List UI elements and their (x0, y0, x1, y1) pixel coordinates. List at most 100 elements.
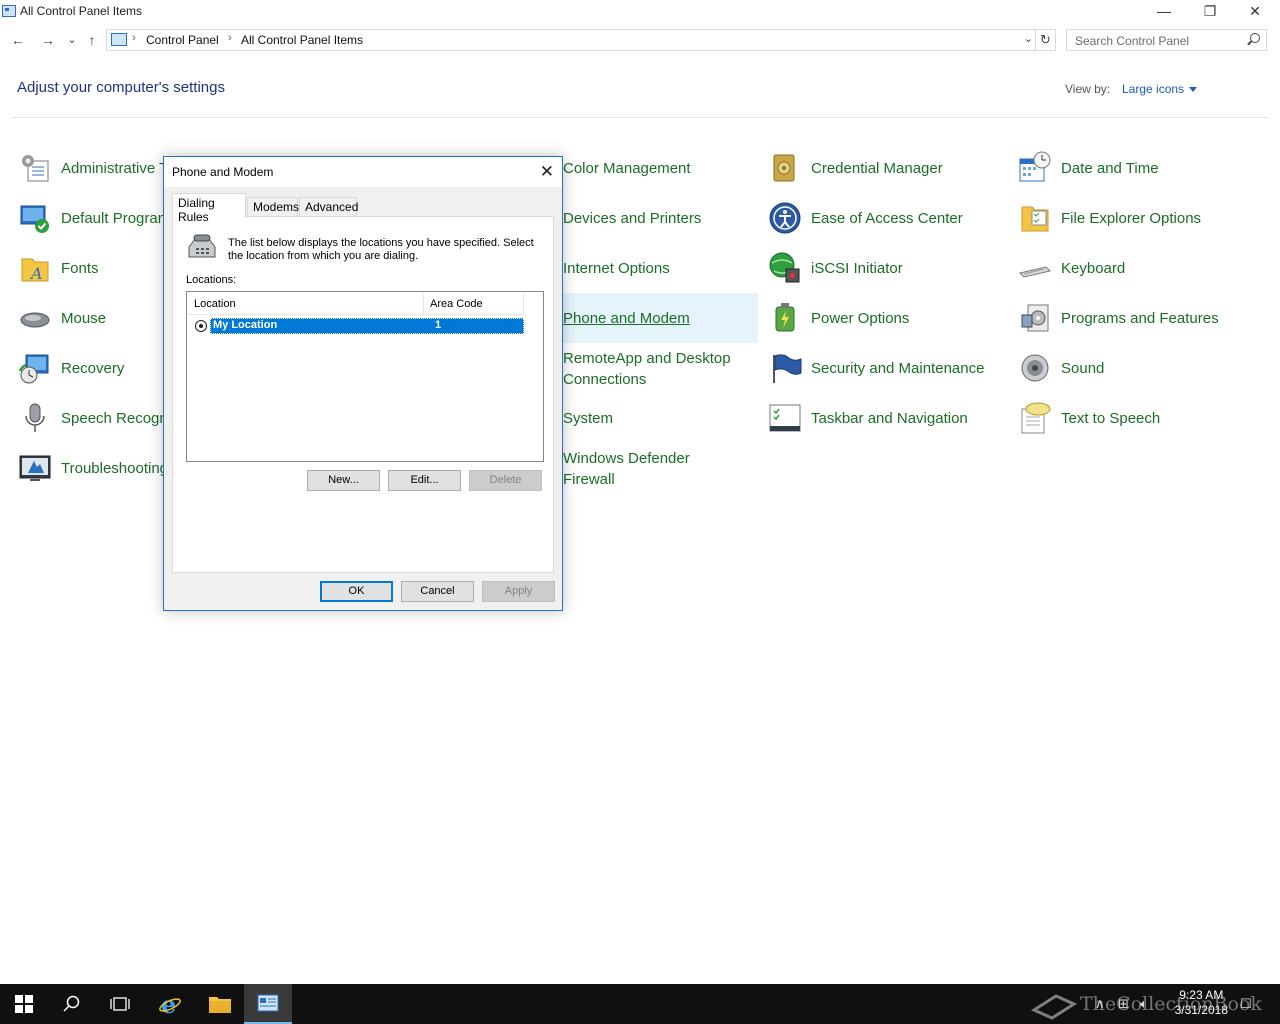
dropdown-arrow-icon (1189, 87, 1198, 93)
divider (12, 117, 1268, 118)
close-icon[interactable]: ✕ (540, 162, 554, 182)
credential-manager-icon (768, 151, 802, 185)
item-sound[interactable]: Sound (1018, 347, 1258, 389)
edit-button[interactable]: Edit... (388, 470, 461, 491)
speaker-icon (1018, 351, 1052, 385)
dialog-title: Phone and Modem (172, 165, 274, 179)
item-label: Security and Maintenance (811, 359, 985, 377)
item-label: Text to Speech (1061, 409, 1161, 427)
recovery-icon (18, 351, 52, 385)
file-explorer-options-icon (1018, 201, 1052, 235)
default-programs-icon (18, 201, 52, 235)
iscsi-icon (768, 251, 802, 285)
chevron-right-icon[interactable]: › (132, 32, 136, 44)
telephone-icon (186, 231, 218, 261)
control-panel-icon (111, 33, 127, 46)
item-power-options[interactable]: Power Options (768, 297, 1008, 339)
column-header-area-code[interactable]: Area Code (430, 298, 483, 310)
dialog-info-text: The list below displays the locations yo… (228, 237, 534, 262)
ok-button[interactable]: OK (320, 581, 393, 602)
item-security-and-maintenance[interactable]: Security and Maintenance (768, 347, 1008, 389)
search-icon[interactable] (1250, 33, 1260, 43)
item-label: File Explorer Options (1061, 209, 1202, 227)
item-iscsi-initiator[interactable]: iSCSI Initiator (768, 247, 1008, 289)
item-label: Sound (1061, 359, 1105, 377)
address-bar[interactable]: › Control Panel › All Control Panel Item… (106, 29, 1036, 51)
dialog-titlebar: Phone and Modem ✕ (164, 157, 562, 187)
close-button[interactable]: ✕ (1232, 0, 1278, 24)
page-title: Adjust your computer's settings (17, 79, 225, 96)
mouse-icon (18, 301, 52, 335)
item-label: System (563, 409, 614, 427)
item-keyboard[interactable]: Keyboard (1018, 247, 1258, 289)
locations-list[interactable]: Location Area Code My Location 1 (186, 291, 544, 462)
item-credential-manager[interactable]: Credential Manager (768, 147, 1008, 189)
view-by-label: View by: (1065, 82, 1111, 96)
view-by-dropdown[interactable]: Large icons (1122, 82, 1198, 96)
item-label: Default Programs (61, 209, 178, 227)
breadcrumb-all-items[interactable]: All Control Panel Items (241, 33, 363, 47)
chevron-right-icon[interactable]: › (228, 32, 232, 44)
back-icon[interactable]: ← (8, 30, 28, 50)
programs-features-icon (1018, 301, 1052, 335)
column-header-location[interactable]: Location (194, 298, 236, 310)
watermark-text: TheCollectionBook (1080, 993, 1262, 1015)
window-titlebar: All Control Panel Items — ❐ ✕ (0, 0, 1280, 24)
item-label: Keyboard (1061, 259, 1126, 277)
tab-dialing-rules[interactable]: Dialing Rules (172, 193, 246, 224)
navigation-bar: ← → ⌄ ↑ › Control Panel › All Control Pa… (0, 26, 1280, 54)
item-file-explorer-options[interactable]: File Explorer Options (1018, 197, 1258, 239)
item-label-line2: Firewall (563, 471, 615, 488)
breadcrumb-control-panel[interactable]: Control Panel (146, 33, 219, 47)
item-label: Devices and Printers (563, 209, 702, 227)
item-label: Programs and Features (1061, 309, 1219, 327)
item-label: Credential Manager (811, 159, 943, 177)
apply-button[interactable]: Apply (482, 581, 555, 602)
item-label: Taskbar and Navigation (811, 409, 968, 427)
power-options-icon (768, 301, 802, 335)
svg-text:A: A (29, 264, 43, 283)
search-icon[interactable] (48, 984, 96, 1024)
forward-icon[interactable]: → (38, 30, 58, 50)
tab-advanced[interactable]: Advanced (299, 197, 358, 217)
watermark: TheCollectionBook (1030, 990, 1262, 1020)
item-ease-of-access-center[interactable]: Ease of Access Center (768, 197, 1008, 239)
flag-icon (768, 351, 802, 385)
up-icon[interactable]: ↑ (82, 30, 102, 50)
item-programs-and-features[interactable]: Programs and Features (1018, 297, 1258, 339)
fonts-icon: A (18, 251, 52, 285)
item-label: Date and Time (1061, 159, 1159, 177)
window-title: All Control Panel Items (20, 4, 143, 18)
table-row[interactable]: My Location 1 (192, 318, 524, 334)
file-explorer-icon[interactable] (196, 984, 244, 1024)
minimize-button[interactable]: — (1141, 0, 1187, 24)
tab-modems[interactable]: Modems (247, 197, 299, 217)
start-button[interactable] (0, 984, 48, 1024)
recent-locations-icon[interactable]: ⌄ (62, 30, 82, 50)
administrative-tools-icon (18, 151, 52, 185)
item-label-line1: Windows Defender (563, 450, 690, 467)
refresh-icon[interactable]: ↻ (1036, 29, 1056, 51)
internet-explorer-icon[interactable]: e (146, 984, 194, 1024)
chevron-down-icon[interactable]: ⌄ (1024, 32, 1033, 45)
task-view-icon[interactable] (96, 984, 144, 1024)
item-label-line1: RemoteApp and Desktop (563, 350, 731, 367)
ease-of-access-icon (768, 201, 802, 235)
item-label: Power Options (811, 309, 910, 327)
keyboard-icon (1018, 251, 1052, 285)
restore-button[interactable]: ❐ (1187, 0, 1233, 24)
item-text-to-speech[interactable]: Text to Speech (1018, 397, 1258, 439)
item-date-and-time[interactable]: Date and Time (1018, 147, 1258, 189)
item-label-line2: Connections (563, 371, 647, 388)
item-label: Troubleshooting (61, 459, 169, 477)
item-label: Internet Options (563, 259, 670, 277)
item-label: Phone and Modem (563, 309, 690, 327)
search-input[interactable]: Search Control Panel (1066, 29, 1267, 51)
new-button[interactable]: New... (307, 470, 380, 491)
item-taskbar-and-navigation[interactable]: Taskbar and Navigation (768, 397, 1008, 439)
date-time-icon (1018, 151, 1052, 185)
control-panel-taskbar-icon[interactable] (244, 984, 292, 1024)
delete-button[interactable]: Delete (469, 470, 542, 491)
location-radio[interactable] (195, 320, 207, 332)
cancel-button[interactable]: Cancel (401, 581, 474, 602)
